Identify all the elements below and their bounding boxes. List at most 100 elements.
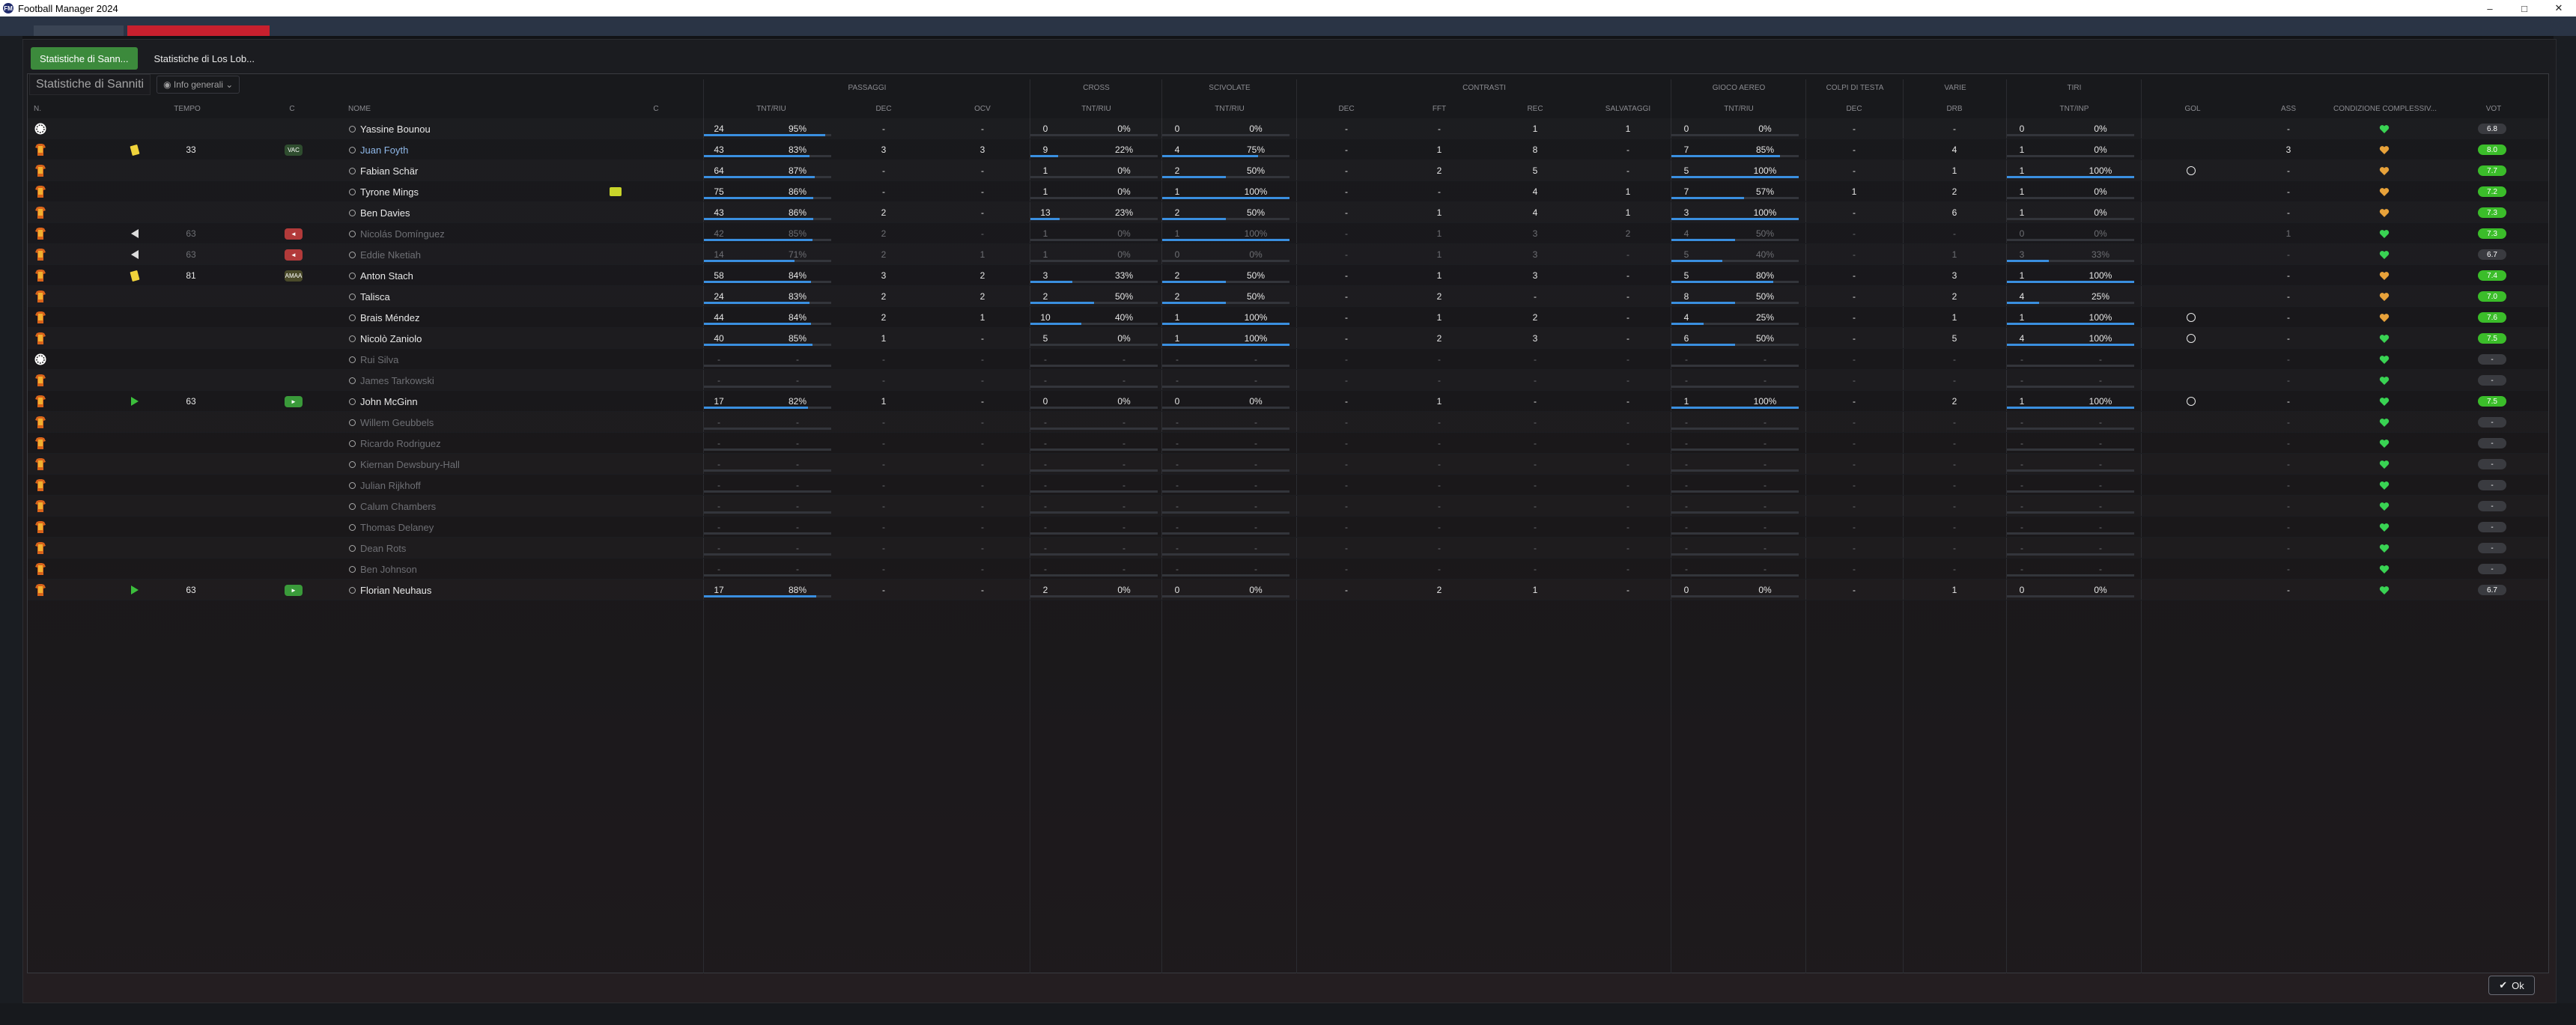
player-name[interactable]: Kiernan Dewsbury-Hall xyxy=(349,459,460,470)
player-name[interactable]: James Tarkowski xyxy=(349,375,434,386)
header-c1[interactable]: C xyxy=(285,105,300,114)
table-row[interactable]: Tyrone Mings 75 86% - -1 0% 1 100% - -4 1 7 57% 1 2 1 0%… xyxy=(28,181,2548,202)
table-row[interactable]: Ben Davies 43 86% 2-13 23% 2 50% -1 4 1 3 100% -6 1 0%… xyxy=(28,202,2548,223)
header-cross-tnt[interactable]: TNT/RIU xyxy=(1066,105,1126,114)
player-name-cell[interactable]: Rui Silva xyxy=(349,349,574,370)
table-row[interactable]: Nicolò Zaniolo 40 85% 1-5 0% 1 100% -2 3-6 50% -5 4… xyxy=(28,328,2548,349)
table-row[interactable]: Thomas Delaney - - - - - - - - - - - - - - - - - - - - xyxy=(28,517,2548,538)
header-num[interactable]: N. xyxy=(30,105,45,114)
table-row[interactable]: Talisca 24 83% 2 2 2 50% 2 50% -2- -8 50% -2 4 25% -7.0 xyxy=(28,286,2548,307)
player-name[interactable]: Julian Rijkhoff xyxy=(349,480,421,491)
player-name[interactable]: Ben Johnson xyxy=(349,564,417,575)
minimize-button[interactable]: – xyxy=(2473,0,2507,16)
table-row[interactable]: James Tarkowski - - - - - - - - - - - - - - - - - - - - xyxy=(28,370,2548,391)
header-tempo[interactable]: TEMPO xyxy=(165,105,210,114)
player-name[interactable]: Juan Foyth xyxy=(349,145,408,156)
table-row[interactable]: Kiernan Dewsbury-Hall - - - - - - - - - - - - - - - - - - -… xyxy=(28,454,2548,475)
player-name-cell[interactable]: Ben Johnson xyxy=(349,559,574,580)
header-nome[interactable]: NOME xyxy=(344,105,374,114)
player-name[interactable]: Willem Geubbels xyxy=(349,417,434,428)
header-contr-salv[interactable]: SALVATAGGI xyxy=(1598,105,1658,114)
player-name-cell[interactable]: John McGinn xyxy=(349,391,574,412)
table-row[interactable]: Fabian Schär 64 87% - -1 0% 2 50% -2 5-5 100% -1 1 10… xyxy=(28,160,2548,181)
header-voto[interactable]: VOT xyxy=(2479,105,2509,114)
player-name-cell[interactable]: Anton Stach xyxy=(349,265,574,286)
header-pass-ocv[interactable]: OCV xyxy=(967,105,997,114)
header-sciv-tnt[interactable]: TNT/RIU xyxy=(1200,105,1260,114)
player-name-cell[interactable]: Eddie Nketiah xyxy=(349,244,574,265)
table-row[interactable]: 81 AMAA Anton Stach 58 84% 3 2 3 33% 2 50% -1 3-5 80%… xyxy=(28,265,2548,286)
close-button[interactable]: ✕ xyxy=(2542,0,2576,16)
yellow-card-icon xyxy=(127,139,142,160)
table-row[interactable]: 63 ◄ Eddie Nketiah 14 71% 2 1 1 0% 0 0% -1 3-5 40% -1 3… xyxy=(28,244,2548,265)
player-name[interactable]: Florian Neuhaus xyxy=(349,585,431,596)
player-name[interactable]: Talisca xyxy=(349,291,390,302)
player-name[interactable]: Nicolò Zaniolo xyxy=(349,333,422,344)
player-name-cell[interactable]: Tyrone Mings xyxy=(349,181,574,202)
player-name-cell[interactable]: Fabian Schär xyxy=(349,160,574,181)
table-row[interactable]: Ben Johnson - - - - - - - - - - - - - - - - - - - - xyxy=(28,559,2548,580)
header-contr-fft[interactable]: FFT xyxy=(1424,105,1454,114)
table-row[interactable]: Calum Chambers - - - - - - - - - - - - - - - - - - - - xyxy=(28,496,2548,517)
player-name[interactable]: Thomas Delaney xyxy=(349,522,434,533)
player-name-cell[interactable]: Juan Foyth xyxy=(349,139,574,160)
player-name-cell[interactable]: Julian Rijkhoff xyxy=(349,475,574,496)
header-contr-dec[interactable]: DEC xyxy=(1331,105,1361,114)
table-row[interactable]: Brais Méndez 44 84% 2 1 10 40% 1 100% -1 2-4 25% -1 1… xyxy=(28,307,2548,328)
header-gol[interactable]: GOL xyxy=(2178,105,2208,114)
header-testa-dec[interactable]: DEC xyxy=(1839,105,1869,114)
tab-away-stats[interactable]: Statistiche di Los Lob... xyxy=(145,47,264,70)
player-name[interactable]: Fabian Schär xyxy=(349,165,418,177)
table-row[interactable]: 63 ► Florian Neuhaus 17 88% - -2 0% 0 0% -2 1-0 0% -1… xyxy=(28,580,2548,600)
player-name[interactable]: Eddie Nketiah xyxy=(349,249,421,261)
table-row[interactable]: 63 ► John McGinn 17 82% 1-0 0% 0 0% -1- -1 100% -2 1 1… xyxy=(28,391,2548,412)
table-row[interactable]: Rui Silva - - - - - - - - - - - - - - - - - - - - xyxy=(28,349,2548,370)
player-name-cell[interactable]: Dean Rots xyxy=(349,538,574,559)
header-pass-tnt[interactable]: TNT/RIU xyxy=(741,105,801,114)
maximize-button[interactable]: □ xyxy=(2507,0,2542,16)
player-name[interactable]: Calum Chambers xyxy=(349,501,436,512)
player-name-cell[interactable]: Yassine Bounou xyxy=(349,118,574,139)
player-name[interactable]: John McGinn xyxy=(349,396,418,407)
player-name-cell[interactable]: Willem Geubbels xyxy=(349,412,574,433)
header-contr-rec[interactable]: REC xyxy=(1520,105,1550,114)
table-row[interactable]: Ricardo Rodriguez - - - - - - - - - - - - - - - - - - - - xyxy=(28,433,2548,454)
player-name-cell[interactable]: Florian Neuhaus xyxy=(349,580,574,600)
shots-bar-track xyxy=(2007,574,2134,577)
player-name[interactable]: Ricardo Rodriguez xyxy=(349,438,441,449)
player-name-cell[interactable]: Nicolás Domínguez xyxy=(349,223,574,244)
player-name-cell[interactable]: Nicolò Zaniolo xyxy=(349,328,574,349)
table-row[interactable]: 33 VAC Juan Foyth 43 83% 3 3 9 22% 4 75% -1 8-7 85% -4… xyxy=(28,139,2548,160)
table-row[interactable]: Dean Rots - - - - - - - - - - - - - - - - - - - - xyxy=(28,538,2548,559)
player-name-cell[interactable]: James Tarkowski xyxy=(349,370,574,391)
player-name[interactable]: Brais Méndez xyxy=(349,312,419,323)
player-name[interactable]: Yassine Bounou xyxy=(349,124,431,135)
header-condizione[interactable]: CONDIZIONE COMPLESSIV... xyxy=(2329,105,2441,114)
header-c2[interactable]: C xyxy=(648,105,663,114)
contr-rec: 5 xyxy=(1532,165,1538,176)
header-ass[interactable]: ASS xyxy=(2273,105,2303,114)
header-varie-drb[interactable]: DRB xyxy=(1939,105,1969,114)
table-row[interactable]: Willem Geubbels - - - - - - - - - - - - - - - - - - - - xyxy=(28,412,2548,433)
player-name-cell[interactable]: Ben Davies xyxy=(349,202,574,223)
header-aereo-tnt[interactable]: TNT/RIU xyxy=(1709,105,1769,114)
table-row[interactable]: Julian Rijkhoff - - - - - - - - - - - - - - - - - - - - xyxy=(28,475,2548,496)
player-name-cell[interactable]: Brais Méndez xyxy=(349,307,574,328)
player-name[interactable]: Ben Davies xyxy=(349,207,410,219)
header-pass-dec[interactable]: DEC xyxy=(869,105,899,114)
player-name-cell[interactable]: Calum Chambers xyxy=(349,496,574,517)
player-name[interactable]: Nicolás Domínguez xyxy=(349,228,445,240)
table-row[interactable]: Yassine Bounou 24 95% - -0 0% 0 0% - -1 1 0 0% - -0 0% -… xyxy=(28,118,2548,139)
player-name-cell[interactable]: Ricardo Rodriguez xyxy=(349,433,574,454)
header-tiri-tnt[interactable]: TNT/INP xyxy=(2044,105,2104,114)
player-name-cell[interactable]: Talisca xyxy=(349,286,574,307)
player-name[interactable]: Dean Rots xyxy=(349,543,406,554)
player-name-cell[interactable]: Thomas Delaney xyxy=(349,517,574,538)
player-name-cell[interactable]: Kiernan Dewsbury-Hall xyxy=(349,454,574,475)
tab-home-stats[interactable]: Statistiche di Sann... xyxy=(31,47,138,70)
player-name[interactable]: Anton Stach xyxy=(349,270,413,282)
player-name[interactable]: Rui Silva xyxy=(349,354,398,365)
ok-button[interactable]: ✔ Ok xyxy=(2488,976,2535,995)
table-row[interactable]: 63 ◄ Nicolás Domínguez 42 85% 2-1 0% 1 100% -1 3 2 4… xyxy=(28,223,2548,244)
player-name[interactable]: Tyrone Mings xyxy=(349,186,419,198)
